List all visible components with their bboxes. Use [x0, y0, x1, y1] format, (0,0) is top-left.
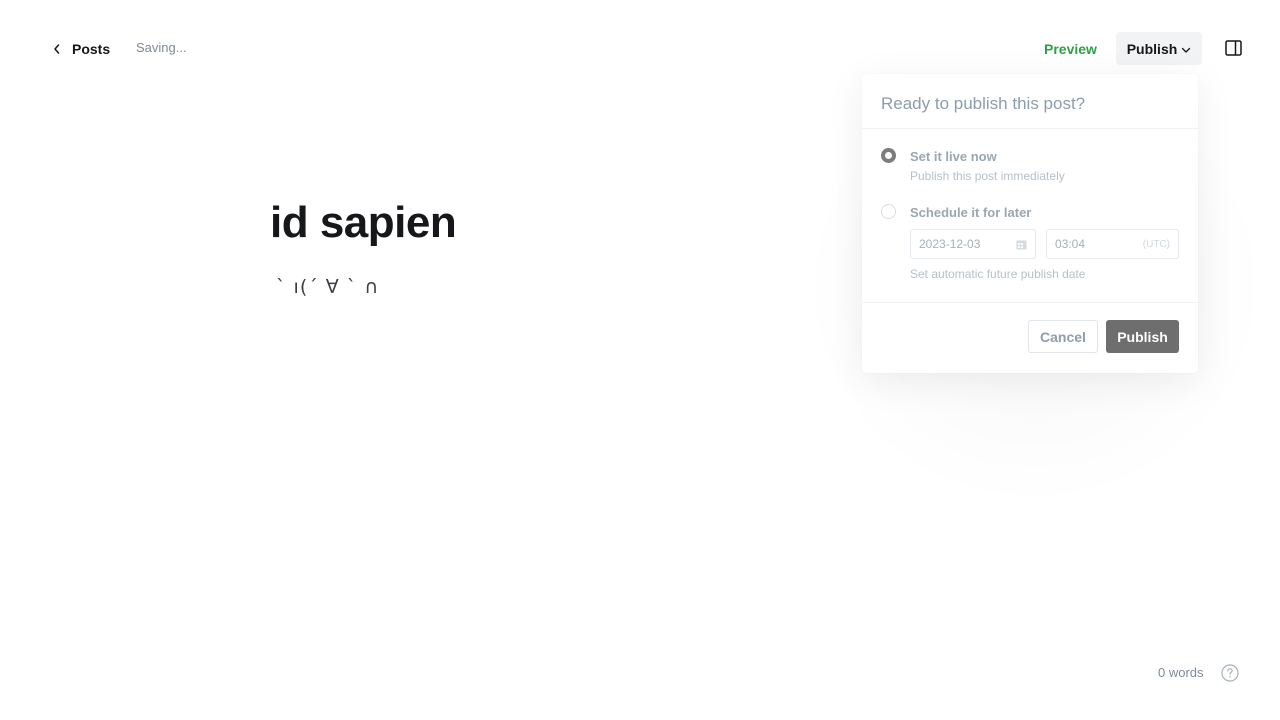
schedule-later-label[interactable]: Schedule it for later — [910, 205, 1031, 220]
calendar-icon[interactable] — [1016, 239, 1027, 250]
publish-now-label[interactable]: Set it live now — [910, 149, 997, 164]
question-circle-icon[interactable] — [1221, 664, 1239, 682]
cancel-button[interactable]: Cancel — [1028, 320, 1098, 353]
publish-now-radio[interactable] — [881, 148, 896, 163]
back-link-label: Posts — [72, 41, 111, 57]
confirm-publish-button[interactable]: Publish — [1106, 320, 1179, 353]
schedule-date-value: 2023-12-03 — [919, 237, 981, 251]
chevron-down-icon — [1182, 47, 1191, 53]
timezone-label: (UTC) — [1142, 238, 1170, 250]
publish-menu-button[interactable]: Publish — [1116, 32, 1202, 65]
back-to-posts-link[interactable]: Posts — [52, 38, 110, 60]
publish-popover-title: Ready to publish this post? — [881, 94, 1086, 113]
schedule-later-description: Set automatic future publish date — [910, 267, 1086, 281]
publish-popover: Ready to publish this post? Set it live … — [862, 74, 1198, 373]
sidebar-toggle-icon[interactable] — [1225, 40, 1242, 56]
post-body[interactable]: ˋ ı(´ ∀ ˋ ∩ — [276, 276, 379, 298]
schedule-time-input[interactable]: 03:04 (UTC) — [1046, 229, 1179, 259]
schedule-time-value: 03:04 — [1055, 237, 1086, 251]
publish-now-description: Publish this post immediately — [910, 169, 1065, 183]
schedule-date-input[interactable]: 2023-12-03 — [910, 229, 1036, 259]
word-count: 0 words — [1158, 665, 1204, 680]
chevron-left-icon — [54, 44, 60, 54]
save-status: Saving... — [136, 40, 187, 55]
schedule-later-radio[interactable] — [881, 204, 896, 219]
divider — [862, 302, 1198, 303]
preview-button[interactable]: Preview — [1036, 36, 1105, 62]
publish-menu-label: Publish — [1126, 40, 1178, 57]
divider — [862, 128, 1198, 129]
post-title[interactable]: id sapien — [270, 198, 457, 248]
